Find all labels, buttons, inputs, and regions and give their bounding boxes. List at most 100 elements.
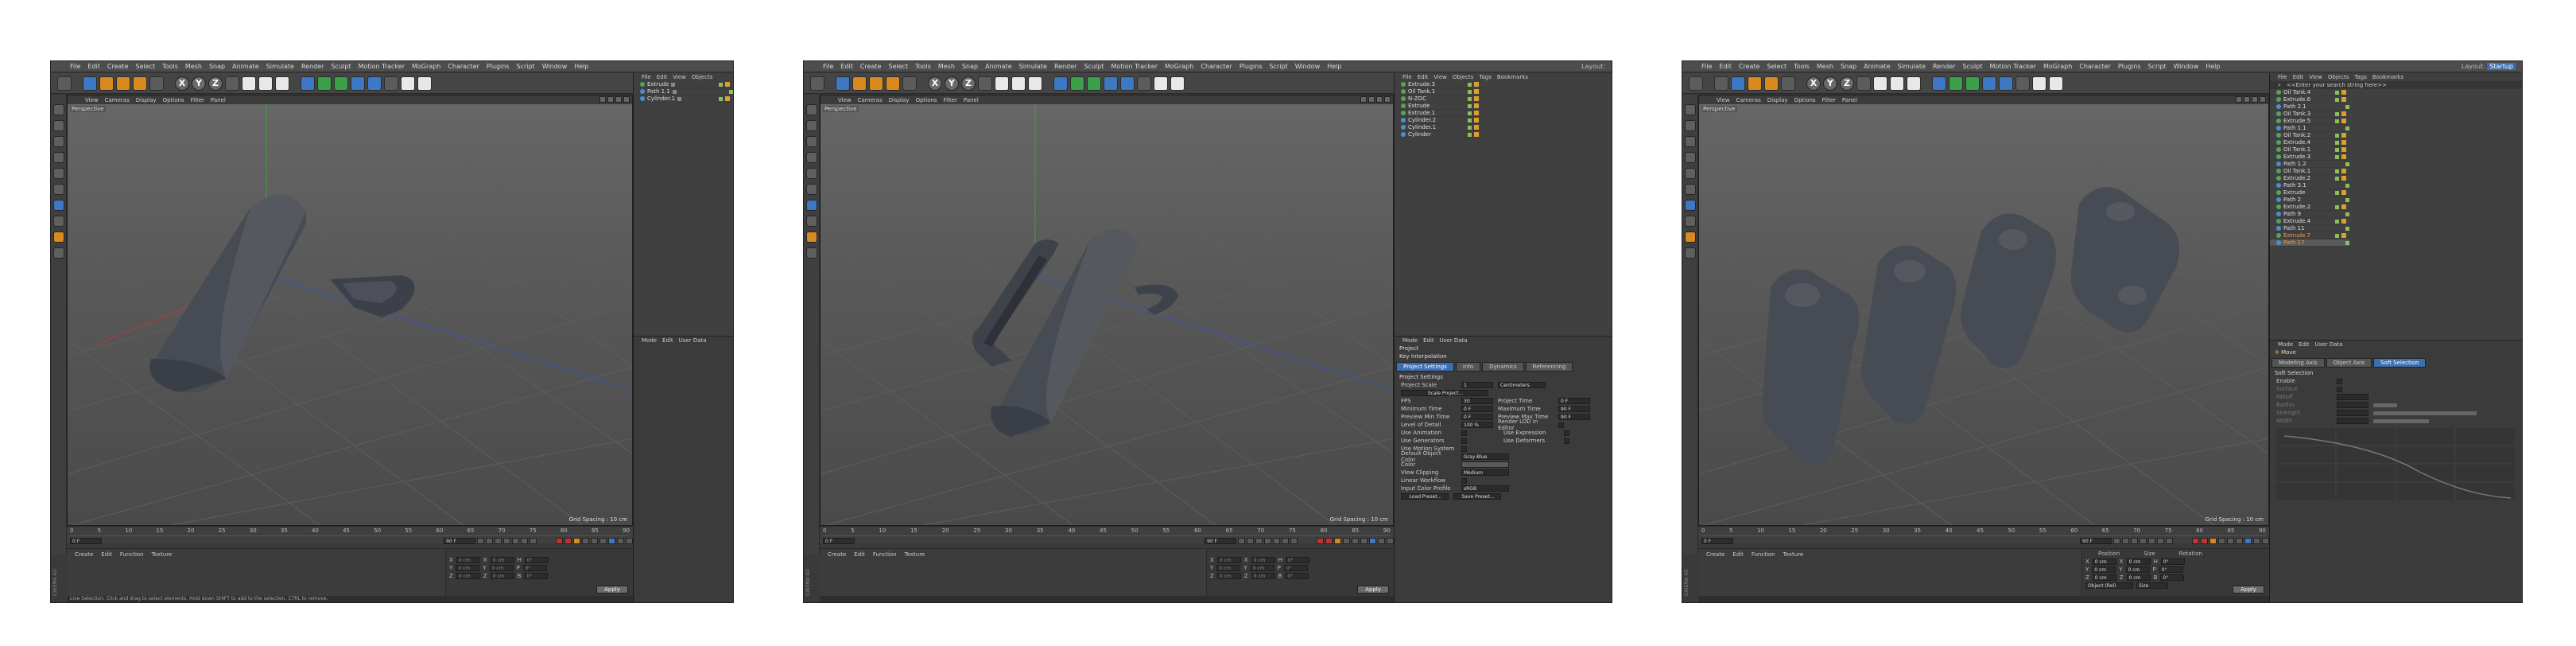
end-frame-field[interactable]: 90 F — [2080, 537, 2112, 544]
timeline[interactable]: 0 5 10 15 20 25 30 35 40 45 50 55 60 65 70 75 80 85 90 0 F… — [67, 526, 633, 544]
prev-key-icon[interactable] — [1247, 537, 1254, 544]
autokey-icon[interactable] — [2201, 537, 2208, 544]
viewport-layout-icon[interactable] — [2260, 96, 2266, 103]
menu-plugins[interactable]: Plugins — [2118, 63, 2141, 70]
list-item[interactable]: Extrude.6 — [2270, 96, 2349, 103]
param-key-icon[interactable] — [1369, 537, 1376, 544]
viewport-move-icon[interactable] — [1360, 96, 1367, 103]
render-view-icon[interactable] — [242, 76, 256, 91]
scale-unit-select[interactable]: Centimeters — [1498, 382, 1546, 388]
vp-menu-cameras[interactable]: Cameras — [1736, 97, 1761, 103]
strength-slider[interactable] — [2373, 411, 2477, 415]
menu-simulate[interactable]: Simulate — [266, 63, 294, 70]
vp-menu-filter[interactable]: Filter — [944, 97, 957, 103]
menu-file[interactable]: File — [1701, 63, 1712, 70]
workplane-icon[interactable] — [52, 152, 64, 163]
mat-menu-create[interactable]: Create — [828, 551, 846, 558]
subdivision-icon[interactable] — [1965, 76, 1980, 91]
move-icon[interactable] — [1731, 76, 1745, 91]
menu-render[interactable]: Render — [1054, 63, 1077, 70]
list-item[interactable]: Oil Tank.2 — [2270, 132, 2349, 139]
edges-mode-icon[interactable] — [805, 184, 817, 195]
scale-key-icon[interactable] — [2227, 537, 2234, 544]
tab-soft-selection[interactable]: Soft Selection — [2373, 358, 2427, 368]
tab-dynamics[interactable]: Dynamics — [1482, 362, 1524, 372]
rotate-icon[interactable] — [886, 76, 900, 91]
mat-menu-create[interactable]: Create — [75, 551, 93, 558]
use-expression-checkbox[interactable] — [1564, 430, 1569, 436]
attr-menu-mode[interactable]: Mode — [642, 337, 657, 344]
lod-field[interactable]: 100 % — [1461, 422, 1493, 428]
list-item[interactable]: Extrude.1 — [1395, 110, 1482, 117]
rot-p-field[interactable]: 0° — [2159, 566, 2183, 573]
mat-menu-function[interactable]: Function — [873, 551, 897, 558]
menu-character[interactable]: Character — [1201, 63, 1232, 70]
use-animation-checkbox[interactable] — [1461, 430, 1467, 436]
menu-animate[interactable]: Animate — [1864, 63, 1891, 70]
om-menu-edit[interactable]: Edit — [1418, 74, 1429, 80]
rot-b-field[interactable]: 0° — [524, 573, 549, 579]
rot-key-icon[interactable] — [599, 537, 607, 544]
rot-h-field[interactable]: 0° — [1285, 557, 1309, 563]
camera-icon[interactable] — [401, 76, 415, 91]
menu-select[interactable]: Select — [888, 63, 908, 70]
menu-animate[interactable]: Animate — [232, 63, 259, 70]
floor-icon[interactable] — [1137, 76, 1151, 91]
vp-menu-filter[interactable]: Filter — [191, 97, 204, 103]
om-menu-view[interactable]: View — [1433, 74, 1447, 80]
use-generators-checkbox[interactable] — [1461, 438, 1467, 444]
render-view-icon[interactable] — [995, 76, 1009, 91]
next-frame-icon[interactable] — [1273, 537, 1280, 544]
last-tool-icon[interactable] — [149, 76, 164, 91]
menu-help[interactable]: Help — [574, 63, 588, 70]
project-scale-field[interactable]: 1 — [1461, 382, 1493, 388]
pos-y-field[interactable]: 0 cm — [456, 565, 480, 571]
menu-sculpt[interactable]: Sculpt — [331, 63, 351, 70]
preview-min-field[interactable]: 0 F — [1461, 414, 1493, 420]
menu-simulate[interactable]: Simulate — [1898, 63, 1926, 70]
list-item[interactable]: Oil Tank.3 — [2270, 111, 2349, 118]
render-lod-checkbox[interactable] — [1558, 422, 1564, 428]
apply-button[interactable]: Apply — [2233, 586, 2264, 593]
next-key-icon[interactable] — [2157, 537, 2164, 544]
viewport-zoom-icon[interactable] — [1368, 96, 1375, 103]
end-frame-field[interactable]: 90 F — [444, 537, 475, 544]
vp-menu-panel[interactable]: Panel — [1842, 97, 1857, 103]
preview-max-field[interactable]: 90 F — [1558, 414, 1590, 420]
pos-z-field[interactable]: 0 cm — [1216, 573, 1241, 579]
list-item[interactable]: Extrude.5 — [2270, 118, 2349, 125]
om-menu-objects[interactable]: Objects — [692, 74, 712, 80]
render-view-icon[interactable] — [1873, 76, 1887, 91]
menu-help[interactable]: Help — [2206, 63, 2220, 70]
next-key-icon[interactable] — [521, 537, 528, 544]
workplane-icon[interactable] — [805, 152, 817, 163]
list-item[interactable]: Extrude.2 — [2270, 204, 2349, 211]
menu-file[interactable]: File — [70, 63, 80, 70]
list-item[interactable]: Extrude.4 — [2270, 139, 2349, 146]
vp-menu-cameras[interactable]: Cameras — [858, 97, 883, 103]
menu-help[interactable]: Help — [1327, 63, 1341, 70]
attr-menu-mode[interactable]: Mode — [1402, 337, 1418, 344]
surface-checkbox[interactable] — [2337, 386, 2342, 392]
width-slider[interactable] — [2373, 418, 2429, 423]
menu-select[interactable]: Select — [135, 63, 155, 70]
list-item[interactable]: Path 17 — [2270, 239, 2349, 247]
menu-script[interactable]: Script — [2147, 63, 2166, 70]
deformer-icon[interactable] — [1999, 76, 2013, 91]
list-item[interactable]: Path 1.1 — [2270, 125, 2349, 132]
list-item[interactable]: Cylinder.1 — [1395, 124, 1482, 131]
viewport-rotate-icon[interactable] — [1376, 96, 1383, 103]
array-icon[interactable] — [1982, 76, 1996, 91]
menu-snap[interactable]: Snap — [962, 63, 978, 70]
lock-workplane-icon[interactable] — [805, 247, 817, 259]
start-frame-field[interactable]: 0 F — [70, 537, 102, 544]
coordinate-system-icon[interactable] — [978, 76, 992, 91]
strength-field[interactable] — [2337, 410, 2368, 416]
record-icon[interactable] — [1317, 537, 1324, 544]
color-swatch[interactable] — [1461, 461, 1509, 468]
model-mode-icon[interactable] — [805, 120, 817, 131]
list-item[interactable]: Extrude — [2270, 189, 2349, 197]
go-to-start-icon[interactable] — [477, 537, 484, 544]
make-editable-icon[interactable] — [805, 104, 817, 115]
list-item[interactable]: Cylinder — [1395, 131, 1482, 138]
